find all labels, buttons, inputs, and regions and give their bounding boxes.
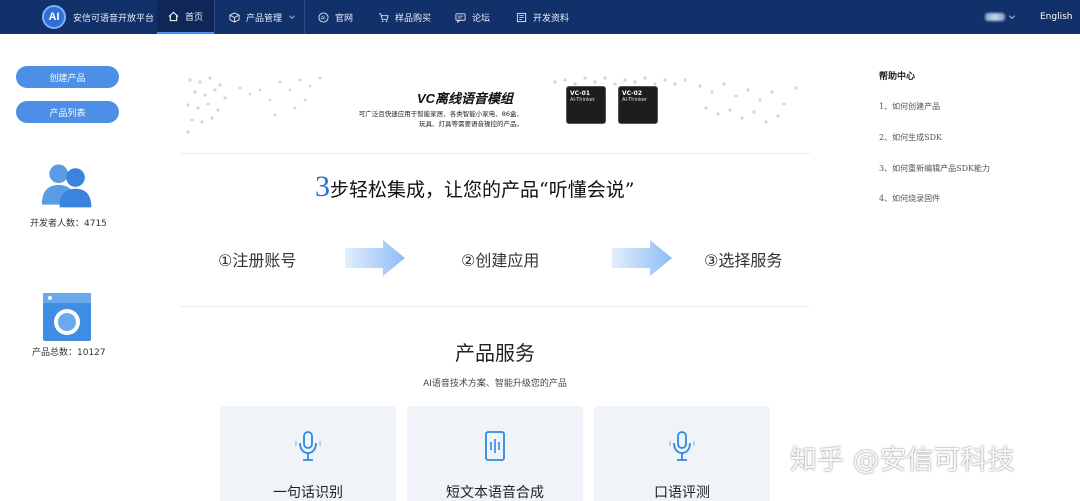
nav-forum-label: 论坛 (472, 13, 491, 24)
service-card-oral-evaluation[interactable]: 口语评测 (594, 406, 770, 501)
help-center-title: 帮助中心 (879, 72, 916, 82)
nav-dev-docs[interactable]: 开发资料 (516, 0, 569, 34)
service-card-label: 短文本语音合成 (446, 485, 544, 501)
phone-sound-icon (485, 431, 505, 461)
divider (180, 306, 810, 307)
help-link-flash-firmware[interactable]: 4、如何烧录固件 (879, 193, 940, 204)
language-switch[interactable]: English (1040, 12, 1073, 22)
microphone-icon (295, 431, 321, 461)
nav-sample-purchase[interactable]: 样品购买 (378, 0, 431, 34)
nav-dev-docs-label: 开发资料 (533, 13, 570, 24)
banner-description-line2: 玩具、灯具等需要语音操控的产品。 (419, 120, 523, 128)
nav-forum[interactable]: 论坛 (455, 0, 490, 34)
services-title: 产品服务 (455, 341, 535, 365)
developer-count: 开发者人数：4715 (30, 219, 107, 229)
divider (180, 153, 810, 154)
help-link-create-product[interactable]: 1、如何创建产品 (879, 101, 940, 112)
services-subtitle: AI语音技术方案、智能升级您的产品 (423, 379, 567, 389)
banner-description-line1: 可广泛且快速应用于智能家居、各类智能小家电、86盒、 (358, 110, 523, 118)
banner-title[interactable]: VC离线语音模组 (417, 88, 513, 107)
service-card-short-text-tts[interactable]: 短文本语音合成 (407, 406, 583, 501)
steps-number: 3 (315, 170, 330, 203)
service-card-sentence-recognition[interactable]: 一句话识别 (220, 406, 396, 501)
steps-heading: 3步轻松集成，让您的产品“听懂会说” (315, 170, 634, 204)
nav-home[interactable]: 首页 (157, 0, 214, 34)
logo-text: AI (48, 11, 60, 23)
arrow-right-icon (345, 240, 405, 276)
nav-official-site[interactable]: AI 官网 (318, 0, 353, 34)
nav-sample-purchase-label: 样品购买 (395, 13, 432, 24)
step-select-service: ③选择服务 (704, 251, 783, 270)
chevron-down-icon[interactable] (1008, 13, 1016, 21)
step-register-account: ①注册账号 (218, 251, 297, 270)
steps-heading-text: 步轻松集成，让您的产品“听懂会说” (330, 179, 635, 201)
nav-divider (214, 0, 215, 34)
arrow-right-icon (612, 240, 672, 276)
top-nav-bar: AI 安信可语音开放平台 首页 产品管理 AI 官网 样品购买 论坛 开发资料 … (0, 0, 1080, 34)
nav-home-label: 首页 (185, 12, 204, 23)
nav-product-management-label: 产品管理 (246, 13, 283, 24)
banner-dots-left (186, 76, 322, 134)
nav-divider (304, 0, 305, 34)
users-icon (41, 164, 92, 208)
create-product-button[interactable]: 创建产品 (16, 66, 119, 88)
chip-name: VC-02 (622, 90, 643, 97)
chip-sub: AI-Thinker (622, 97, 647, 103)
zhihu-watermark: 知乎 @安信可科技 (790, 445, 1015, 476)
nav-official-site-label: 官网 (335, 13, 354, 24)
home-icon (168, 11, 179, 21)
product-list-button[interactable]: 产品列表 (16, 101, 119, 123)
chevron-down-icon (289, 15, 295, 19)
microphone-icon (669, 431, 695, 461)
help-link-generate-sdk[interactable]: 2、如何生成SDK (879, 132, 942, 143)
banner-description: 可广泛且快速应用于智能家居、各类智能小家电、86盒、 玩具、灯具等需要语音操控的… (333, 109, 523, 129)
ai-thinker-logo[interactable]: AI (42, 5, 66, 29)
user-avatar[interactable] (985, 13, 1005, 21)
vc02-module-image[interactable]: VC-02 AI-Thinker (618, 86, 658, 124)
step-create-app: ②创建应用 (461, 251, 540, 270)
chip-sub: AI-Thinker (570, 97, 595, 103)
washing-machine-icon (43, 293, 91, 341)
svg-text:AI: AI (321, 15, 326, 21)
banner-dots-right (698, 82, 798, 124)
cart-icon (378, 12, 389, 22)
help-link-edit-sdk-capability[interactable]: 3、如何重新编辑产品SDK能力 (879, 163, 990, 174)
doc-icon (516, 12, 527, 22)
chip-name: VC-01 (570, 90, 591, 97)
service-card-label: 口语评测 (654, 485, 710, 501)
chat-icon (455, 12, 466, 23)
vc01-module-image[interactable]: VC-01 AI-Thinker (566, 86, 606, 124)
brand-name[interactable]: 安信可语音开放平台 (73, 11, 154, 24)
ai-icon: AI (318, 11, 329, 23)
service-card-label: 一句话识别 (273, 485, 343, 501)
box-icon (229, 11, 240, 23)
nav-product-management[interactable]: 产品管理 (229, 0, 296, 34)
